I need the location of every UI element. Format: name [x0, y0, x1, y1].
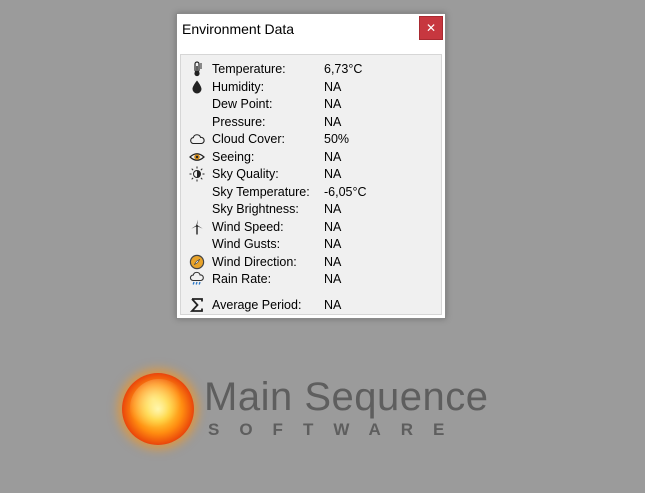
sigma-icon — [188, 297, 206, 313]
wind-speed-label: Wind Speed: — [212, 219, 284, 234]
wind-turbine-icon — [188, 219, 206, 235]
wind-direction-value: NA — [324, 254, 342, 269]
wind-gusts-label: Wind Gusts: — [212, 237, 281, 251]
wind-direction-label: Wind Direction: — [212, 254, 297, 269]
average-period-value: NA — [324, 298, 342, 312]
environment-data-panel: Temperature: 6,73°C Humidity: NA Dew Poi… — [180, 54, 442, 315]
seeing-label: Seeing: — [212, 149, 255, 164]
eye-icon — [188, 149, 206, 165]
wind-speed-value: NA — [324, 219, 342, 234]
half-sun-icon — [188, 166, 206, 182]
dew-point-value: NA — [324, 97, 342, 111]
window-title: Environment Data — [182, 21, 295, 37]
close-button[interactable]: ✕ — [419, 16, 443, 40]
average-period-label: Average Period: — [212, 298, 302, 312]
sky-brightness-value: NA — [324, 202, 342, 216]
rain-rate-label: Rain Rate: — [212, 272, 272, 286]
title-bar[interactable]: Environment Data ✕ — [177, 14, 445, 44]
thermometer-icon — [188, 61, 206, 77]
main-sequence-logo: Main Sequence SOFTWARE — [118, 370, 498, 450]
sky-quality-label: Sky Quality: — [212, 167, 279, 181]
pressure-label: Pressure: — [212, 114, 266, 129]
environment-data-window: Environment Data ✕ Temperature: 6,73°C H… — [176, 13, 446, 319]
cloud-icon — [188, 131, 206, 147]
rain-cloud-icon — [188, 271, 206, 287]
cloud-cover-label: Cloud Cover: — [212, 132, 285, 146]
wind-gusts-value: NA — [324, 237, 342, 251]
cloud-cover-value: 50% — [324, 132, 350, 146]
compass-icon — [188, 254, 206, 270]
rain-rate-value: NA — [324, 272, 342, 286]
sky-brightness-label: Sky Brightness: — [212, 202, 299, 216]
seeing-value: NA — [324, 149, 342, 164]
sky-temperature-label: Sky Temperature: — [212, 184, 310, 199]
sky-quality-value: NA — [324, 167, 342, 181]
brand-name: Main Sequence — [204, 375, 489, 419]
droplet-icon — [188, 79, 206, 95]
sky-temperature-value: -6,05°C — [324, 184, 367, 199]
humidity-value: NA — [324, 79, 342, 94]
humidity-label: Humidity: — [212, 79, 265, 94]
pressure-value: NA — [324, 114, 342, 129]
brand-subtitle: SOFTWARE — [208, 420, 465, 439]
dew-point-label: Dew Point: — [212, 97, 273, 111]
sun-flare-icon — [130, 379, 188, 437]
temperature-label: Temperature: — [212, 62, 286, 76]
temperature-value: 6,73°C — [324, 62, 363, 76]
